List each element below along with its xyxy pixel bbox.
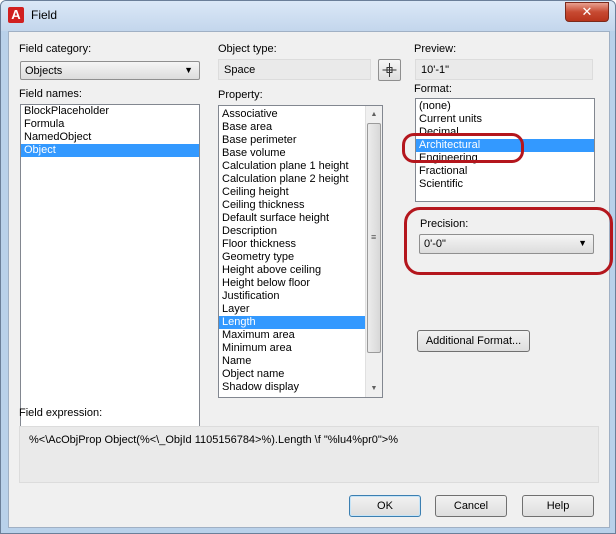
list-item[interactable]: Shadow display xyxy=(219,381,367,394)
preview-field: 10'-1" xyxy=(415,59,593,80)
field-names-label: Field names: xyxy=(19,88,82,100)
list-item[interactable]: NamedObject xyxy=(21,131,199,144)
field-expression-value: %<\AcObjProp Object(%<\_ObjId 1105156784… xyxy=(29,434,398,446)
field-dialog: A Field ✕ Field category: Objects ▼ Fiel… xyxy=(0,0,616,534)
field-category-value: Objects xyxy=(25,65,63,77)
scroll-down-icon[interactable]: ▼ xyxy=(366,380,382,397)
list-item[interactable]: Object name xyxy=(219,368,367,381)
list-item[interactable]: Description xyxy=(219,225,367,238)
list-item[interactable]: Calculation plane 1 height xyxy=(219,160,367,173)
dropdown-arrow-icon: ▼ xyxy=(578,238,587,248)
list-item[interactable]: Height above ceiling xyxy=(219,264,367,277)
field-names-list[interactable]: BlockPlaceholder Formula NamedObject Obj… xyxy=(20,104,200,427)
list-item[interactable]: BlockPlaceholder xyxy=(21,105,199,118)
field-category-select[interactable]: Objects ▼ xyxy=(20,61,200,80)
format-items: (none) Current units Decimal Architectur… xyxy=(416,100,594,191)
precision-label: Precision: xyxy=(420,218,469,230)
list-item-selected[interactable]: Length xyxy=(219,316,367,329)
list-item[interactable]: Maximum area xyxy=(219,329,367,342)
list-item[interactable]: Decimal xyxy=(416,126,594,139)
object-type-label: Object type: xyxy=(218,43,277,55)
field-category-label: Field category: xyxy=(19,43,92,55)
scroll-grip-icon: ≡ xyxy=(371,232,377,242)
cancel-button[interactable]: Cancel xyxy=(435,495,507,517)
list-item[interactable]: Associative xyxy=(219,108,367,121)
list-item[interactable]: Justification xyxy=(219,290,367,303)
object-type-value: Space xyxy=(224,64,256,76)
pick-object-icon xyxy=(382,63,397,77)
ok-button[interactable]: OK xyxy=(349,495,421,517)
scroll-up-icon[interactable]: ▲ xyxy=(366,106,382,123)
list-item-selected[interactable]: Object xyxy=(21,144,199,157)
list-item[interactable]: Base area xyxy=(219,121,367,134)
list-item[interactable]: Name xyxy=(219,355,367,368)
list-item[interactable]: Default surface height xyxy=(219,212,367,225)
dialog-body: Field category: Objects ▼ Field names: B… xyxy=(8,31,613,528)
scrollbar-thumb[interactable]: ≡ xyxy=(367,123,381,353)
field-expression-label: Field expression: xyxy=(19,407,103,419)
close-button[interactable]: ✕ xyxy=(565,2,609,22)
list-item[interactable]: Fractional xyxy=(416,165,594,178)
format-list[interactable]: (none) Current units Decimal Architectur… xyxy=(415,98,595,202)
preview-label: Preview: xyxy=(414,43,457,55)
list-item[interactable]: Engineering xyxy=(416,152,594,165)
list-item[interactable]: Formula xyxy=(21,118,199,131)
property-scrollbar[interactable]: ▲ ≡ ▼ xyxy=(365,106,382,397)
preview-value: 10'-1" xyxy=(421,64,450,76)
list-item[interactable]: (none) xyxy=(416,100,594,113)
list-item[interactable]: Base perimeter xyxy=(219,134,367,147)
list-item[interactable]: Ceiling thickness xyxy=(219,199,367,212)
list-item[interactable]: Base volume xyxy=(219,147,367,160)
precision-select[interactable]: 0'-0" ▼ xyxy=(419,234,594,254)
close-icon: ✕ xyxy=(581,4,593,19)
title-bar[interactable]: A Field ✕ xyxy=(1,1,615,31)
field-expression-box: %<\AcObjProp Object(%<\_ObjId 1105156784… xyxy=(19,426,599,483)
additional-format-button[interactable]: Additional Format... xyxy=(417,330,530,352)
list-item[interactable]: Calculation plane 2 height xyxy=(219,173,367,186)
list-item[interactable]: Height below floor xyxy=(219,277,367,290)
help-button[interactable]: Help xyxy=(522,495,594,517)
list-item[interactable]: Geometry type xyxy=(219,251,367,264)
property-label: Property: xyxy=(218,89,263,101)
list-item[interactable]: Floor thickness xyxy=(219,238,367,251)
property-items: Associative Base area Base perimeter Bas… xyxy=(219,108,367,394)
dropdown-arrow-icon: ▼ xyxy=(184,65,193,75)
list-item[interactable]: Current units xyxy=(416,113,594,126)
app-icon: A xyxy=(8,7,24,23)
property-list[interactable]: Associative Base area Base perimeter Bas… xyxy=(218,105,383,398)
list-item[interactable]: Minimum area xyxy=(219,342,367,355)
list-item-selected[interactable]: Architectural xyxy=(416,139,594,152)
list-item[interactable]: Layer xyxy=(219,303,367,316)
precision-value: 0'-0" xyxy=(424,238,446,250)
list-item[interactable]: Ceiling height xyxy=(219,186,367,199)
object-type-field: Space xyxy=(218,59,371,80)
format-label: Format: xyxy=(414,83,452,95)
list-item[interactable]: Scientific xyxy=(416,178,594,191)
pick-object-button[interactable] xyxy=(378,59,401,81)
window-title: Field xyxy=(31,8,58,22)
